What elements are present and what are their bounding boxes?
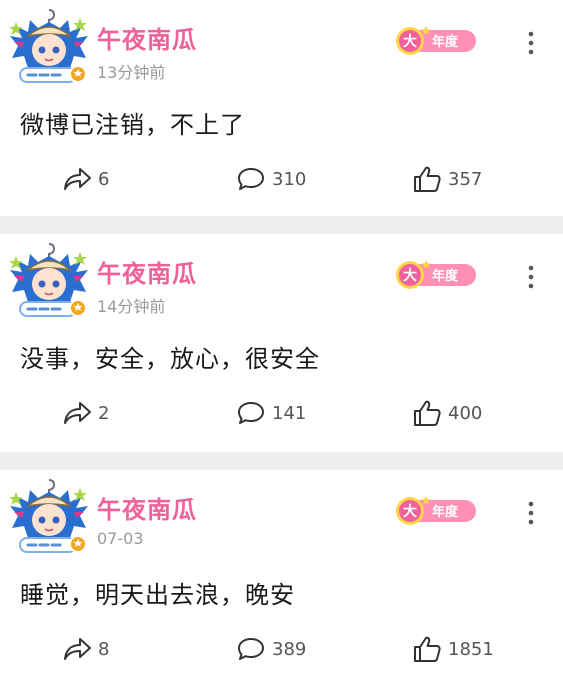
comment-button[interactable]: 141 — [236, 398, 306, 428]
repost-count: 6 — [98, 168, 110, 190]
badge-label: 年度 — [432, 35, 459, 50]
like-count: 357 — [448, 168, 483, 190]
like-count: 400 — [448, 402, 483, 424]
repost-arrow-icon — [64, 168, 91, 190]
username[interactable]: 午夜南瓜 — [97, 20, 197, 55]
post-timestamp: 07-03 — [97, 529, 144, 548]
repost-count: 2 — [98, 402, 110, 424]
badge-label: 年度 — [432, 505, 459, 520]
repost-count: 8 — [98, 638, 110, 660]
repost-button[interactable]: 6 — [62, 164, 109, 194]
post-content[interactable]: 微博已注销，不上了 — [20, 105, 245, 140]
username[interactable]: 午夜南瓜 — [97, 254, 197, 289]
like-count: 1851 — [448, 638, 494, 660]
avatar[interactable] — [8, 476, 90, 558]
post-content[interactable]: 没事，安全，放心，很安全 — [20, 339, 320, 374]
comment-bubble-icon — [238, 402, 264, 424]
comment-count: 141 — [272, 402, 307, 424]
comment-count: 389 — [272, 638, 307, 660]
post-timestamp: 14分钟前 — [97, 297, 166, 316]
username[interactable]: 午夜南瓜 — [97, 490, 197, 525]
avatar[interactable] — [8, 6, 90, 88]
comment-bubble-icon — [238, 638, 264, 660]
comment-count: 310 — [272, 168, 307, 190]
comment-button[interactable]: 389 — [236, 634, 306, 664]
badge-label: 年度 — [432, 269, 459, 284]
like-button[interactable]: 357 — [412, 164, 482, 194]
thumbs-up-icon — [414, 636, 441, 662]
post-card[interactable]: 午夜南瓜 13分钟前 大 年度 微博已注销，不上了 6 310 357 — [0, 0, 563, 216]
like-button[interactable]: 1851 — [412, 634, 494, 664]
repost-arrow-icon — [64, 402, 91, 424]
repost-arrow-icon — [64, 638, 91, 660]
thumbs-up-icon — [414, 400, 441, 426]
badge-big-char: 大 — [403, 267, 417, 284]
post-content[interactable]: 睡觉，明天出去浪，晚安 — [20, 575, 295, 610]
post-card[interactable]: 午夜南瓜 14分钟前 大 年度 没事，安全，放心，很安全 2 141 400 — [0, 234, 563, 452]
vertical-dots-icon[interactable] — [522, 264, 540, 290]
comment-button[interactable]: 310 — [236, 164, 306, 194]
vertical-dots-icon[interactable] — [522, 500, 540, 526]
comment-bubble-icon — [238, 168, 264, 190]
avatar[interactable] — [8, 240, 90, 322]
repost-button[interactable]: 2 — [62, 398, 109, 428]
post-timestamp: 13分钟前 — [97, 63, 166, 82]
repost-button[interactable]: 8 — [62, 634, 109, 664]
thumbs-up-icon — [414, 166, 441, 192]
weibo-feed: 午夜南瓜 13分钟前 大 年度 微博已注销，不上了 6 310 357 午夜南瓜… — [0, 0, 563, 678]
badge-big-char: 大 — [403, 33, 417, 50]
vertical-dots-icon[interactable] — [522, 30, 540, 56]
like-button[interactable]: 400 — [412, 398, 482, 428]
badge-big-char: 大 — [403, 503, 417, 520]
post-card[interactable]: 午夜南瓜 07-03 大 年度 睡觉，明天出去浪，晚安 8 389 1851 — [0, 470, 563, 678]
